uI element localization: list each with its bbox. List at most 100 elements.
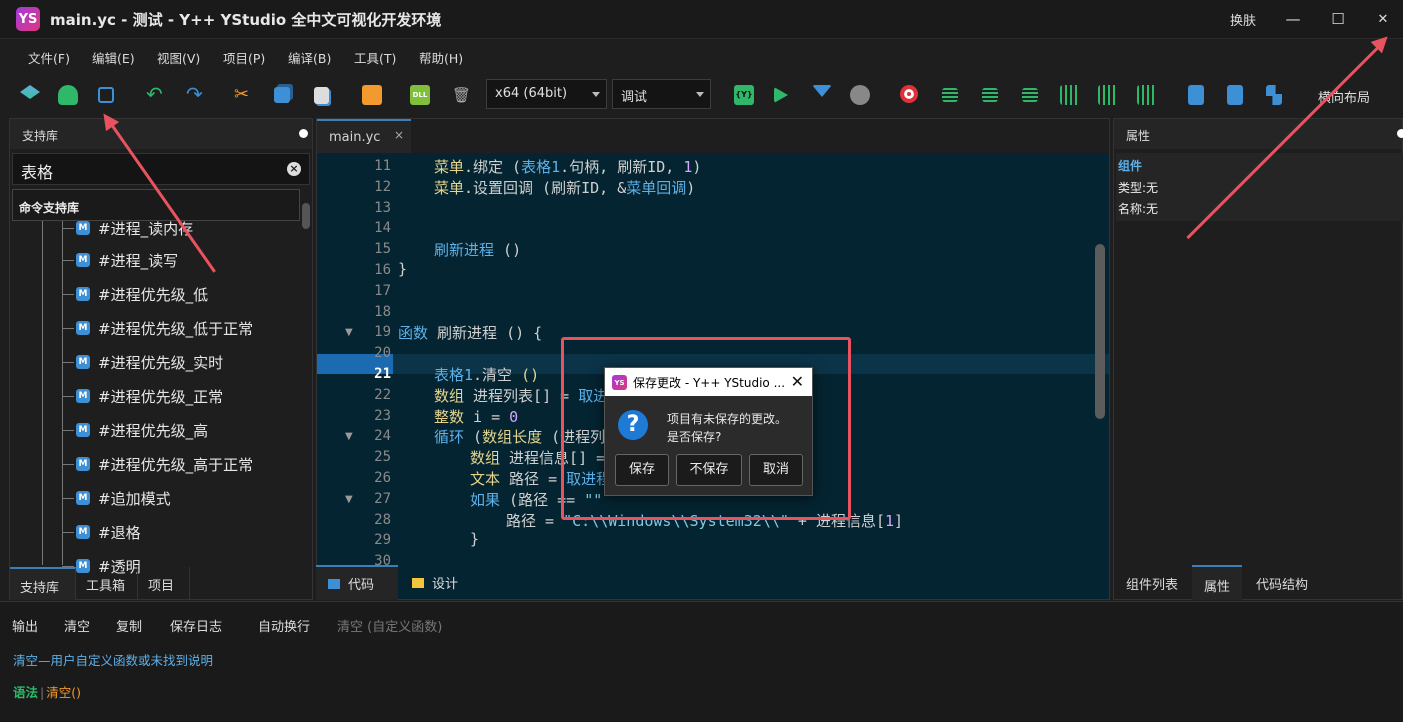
maximize-button[interactable]: ☐ — [1325, 6, 1351, 32]
dialog-title-bar: YS 保存更改 - Y++ YStudio ... ✕ — [605, 368, 812, 396]
menu-view[interactable]: 视图(V) — [157, 48, 200, 67]
platform-select[interactable]: x64 (64bit) — [486, 79, 607, 109]
same-width-icon[interactable] — [1188, 85, 1204, 105]
save-icon[interactable] — [98, 87, 114, 103]
tree-item[interactable]: M #进程优先级_实时 — [76, 347, 223, 377]
trash-icon[interactable]: 🗑 — [452, 85, 472, 105]
property-type[interactable]: 类型:无 — [1118, 179, 1158, 196]
step-icon[interactable] — [812, 85, 832, 97]
pin-icon[interactable] — [299, 129, 308, 138]
build-exe-icon[interactable] — [362, 85, 382, 105]
code-line[interactable]: 函数 刷新进程 () { — [398, 322, 542, 343]
clear-button[interactable]: 清空 — [64, 616, 90, 635]
output-tab[interactable]: 输出 — [12, 616, 38, 635]
tree-item[interactable]: M #进程优先级_正常 — [76, 381, 223, 411]
copy-button[interactable]: 复制 — [116, 616, 142, 635]
align-bottom-icon[interactable] — [1137, 85, 1157, 105]
menu-edit[interactable]: 编辑(E) — [92, 48, 135, 67]
tree-item[interactable]: M #追加模式 — [76, 483, 171, 513]
pause-icon[interactable] — [850, 85, 870, 105]
fold-icon[interactable]: ▼ — [345, 327, 353, 338]
tab-project[interactable]: 项目 — [138, 567, 190, 600]
code-line[interactable]: } — [398, 260, 407, 278]
redo-icon[interactable]: ↷ — [186, 84, 206, 105]
align-center-icon[interactable] — [982, 88, 998, 102]
dont-save-button[interactable]: 不保存 — [676, 454, 742, 486]
code-line[interactable]: 如果 (路径 == "" — [470, 489, 602, 510]
code-line[interactable]: 路径 = "C:\\Windows\\System32\\" + 进程信息[1] — [506, 510, 903, 531]
tree-item[interactable]: M #进程优先级_低于正常 — [76, 313, 253, 343]
code-line[interactable]: 菜单.绑定 (表格1.句柄, 刷新ID, 1) — [434, 156, 701, 177]
fold-icon[interactable]: ▼ — [345, 431, 353, 442]
save-button[interactable]: 保存 — [615, 454, 669, 486]
run-icon[interactable] — [774, 87, 788, 103]
tree-item[interactable]: M #进程_读写 — [76, 245, 178, 275]
code-token: i = — [464, 407, 510, 426]
code-line[interactable]: } — [470, 530, 479, 548]
menu-help[interactable]: 帮助(H) — [419, 48, 463, 67]
menu-project[interactable]: 项目(P) — [223, 48, 265, 67]
output-keyword[interactable]: 清空 — [13, 653, 38, 668]
close-tab-icon[interactable]: × — [394, 128, 404, 142]
dialog-close-icon[interactable]: ✕ — [791, 372, 804, 391]
same-size-icon[interactable] — [1266, 85, 1282, 105]
breakpoint-icon[interactable] — [900, 85, 918, 103]
word-wrap-button[interactable]: 自动换行 — [258, 616, 310, 635]
line-number: 11 — [374, 158, 391, 174]
fold-icon[interactable]: ▼ — [345, 494, 353, 505]
menu-tools[interactable]: 工具(T) — [354, 48, 396, 67]
open-project-icon[interactable] — [58, 85, 78, 105]
code-token: 进程信息[] = — [500, 449, 615, 468]
tab-code[interactable]: 代码 — [316, 565, 398, 600]
layers-icon[interactable] — [20, 85, 40, 99]
minimize-button[interactable]: — — [1280, 6, 1306, 32]
align-middle-icon[interactable] — [1098, 85, 1118, 105]
scrollbar-thumb[interactable] — [302, 203, 310, 229]
yc-icon[interactable]: {Y} — [734, 85, 754, 105]
tree-item[interactable]: M #进程优先级_低 — [76, 279, 208, 309]
tab-component-list[interactable]: 组件列表 — [1114, 565, 1190, 600]
tree-item[interactable]: M #退格 — [76, 517, 141, 547]
mode-select[interactable]: 调试 — [612, 79, 711, 109]
library-search-input[interactable]: 表格 × — [12, 153, 310, 185]
paste-icon[interactable] — [314, 87, 329, 104]
build-dll-icon[interactable]: DLL — [410, 85, 430, 105]
tab-design[interactable]: 设计 — [400, 565, 482, 600]
code-line[interactable]: 刷新进程 () — [434, 239, 521, 260]
same-height-icon[interactable] — [1227, 85, 1243, 105]
skin-button[interactable]: 换肤 — [1230, 10, 1256, 29]
tab-code-structure[interactable]: 代码结构 — [1244, 565, 1320, 600]
method-icon: M — [76, 321, 90, 335]
line-number: 17 — [374, 282, 391, 299]
editor-scrollbar[interactable] — [1095, 244, 1105, 419]
code-line[interactable]: 整数 i = 0 — [434, 406, 518, 427]
align-top-icon[interactable] — [1060, 85, 1080, 105]
code-editor[interactable]: main.yc × 11 菜单.绑定 (表格1.句柄, 刷新ID, 1) 12 菜单.… — [316, 118, 1110, 600]
cut-icon[interactable]: ✂ — [234, 85, 254, 105]
menu-build[interactable]: 编译(B) — [288, 48, 331, 67]
tree-item[interactable]: M #进程优先级_高 — [76, 415, 208, 445]
tab-toolbox[interactable]: 工具箱 — [76, 567, 138, 600]
align-left-icon[interactable] — [942, 88, 958, 102]
tree-item[interactable]: M #进程优先级_高于正常 — [76, 449, 253, 479]
pin-icon[interactable] — [1397, 129, 1403, 138]
tab-properties[interactable]: 属性 — [1192, 565, 1242, 600]
copy-icon[interactable] — [274, 87, 290, 103]
code-line[interactable]: 循环 (数组长度 (进程列 — [434, 426, 605, 447]
align-right-icon[interactable] — [1022, 88, 1038, 102]
undo-icon[interactable]: ↶ — [146, 84, 166, 105]
tab-support-library[interactable]: 支持库 — [10, 567, 76, 600]
code-line[interactable]: 表格1.清空 () — [434, 364, 539, 385]
save-log-button[interactable]: 保存日志 — [170, 616, 222, 635]
mode-value: 调试 — [621, 90, 648, 105]
menu-file[interactable]: 文件(F) — [28, 48, 70, 67]
clear-icon[interactable]: × — [287, 162, 301, 176]
cancel-button[interactable]: 取消 — [749, 454, 803, 486]
method-icon: M — [76, 221, 90, 235]
code-line[interactable]: 数组 进程列表[] = 取进 — [434, 385, 608, 406]
property-name[interactable]: 名称:无 — [1118, 200, 1158, 217]
tab-main-yc[interactable]: main.yc × — [317, 119, 411, 153]
chevron-down-icon — [592, 92, 600, 97]
code-line[interactable]: 菜单.设置回调 (刷新ID, &菜单回调) — [434, 177, 695, 198]
close-button[interactable]: ✕ — [1370, 6, 1396, 32]
